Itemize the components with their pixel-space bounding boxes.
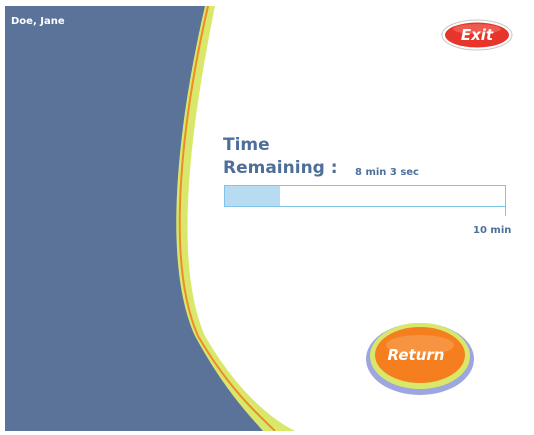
user-name: Doe, Jane bbox=[11, 16, 65, 27]
time-remaining-title-line2: Remaining : bbox=[223, 158, 338, 178]
time-remaining-value: 8 min 3 sec bbox=[355, 167, 419, 178]
time-remaining-title-line1: Time bbox=[223, 135, 270, 155]
progress-end-tick bbox=[505, 206, 506, 216]
screen: Doe, Jane Exit Time Remaining : 8 min 3 … bbox=[0, 0, 534, 435]
time-progress-bar bbox=[224, 185, 506, 207]
time-progress-fill bbox=[225, 186, 280, 206]
arrow-right-icon bbox=[365, 318, 375, 332]
app-frame: Doe, Jane Exit Time Remaining : 8 min 3 … bbox=[5, 6, 530, 431]
return-label: Return bbox=[387, 346, 445, 364]
return-button[interactable]: Return bbox=[365, 318, 477, 396]
exit-button[interactable]: Exit bbox=[441, 19, 513, 51]
progress-max-label: 10 min bbox=[473, 225, 512, 236]
exit-label: Exit bbox=[460, 26, 494, 44]
